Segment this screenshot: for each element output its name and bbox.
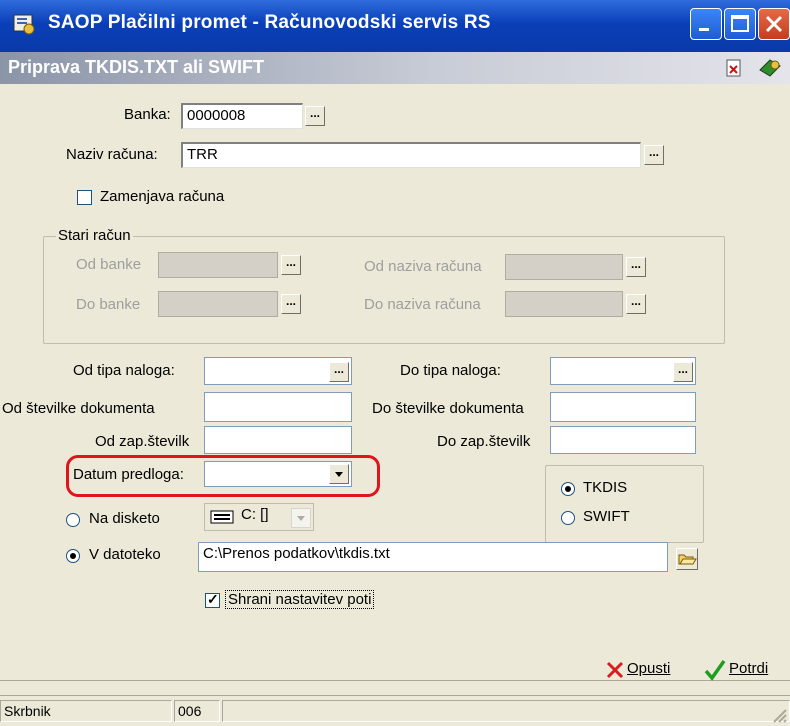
banka-lookup-button[interactable]: ... (305, 106, 325, 126)
do-naziva-input[interactable] (505, 291, 623, 317)
shrani-nastavitev-label: Shrani nastavitev poti (225, 590, 375, 609)
delete-document-icon[interactable] (724, 58, 744, 78)
maximize-button[interactable] (724, 8, 756, 40)
od-naziva-label: Od naziva računa (364, 258, 482, 275)
status-bar: Skrbnik 006 (0, 695, 790, 726)
app-icon (13, 14, 35, 35)
do-banke-lookup-button[interactable]: ... (281, 294, 301, 314)
do-zap-stevilk-input[interactable] (550, 426, 696, 454)
minimize-icon (699, 28, 709, 31)
drive-dropdown-button[interactable] (291, 508, 311, 528)
browse-folder-button[interactable] (676, 548, 698, 570)
do-tipa-naloga-lookup-button[interactable]: ... (673, 362, 693, 382)
do-banke-input[interactable] (158, 291, 278, 317)
od-banke-label: Od banke (76, 256, 142, 273)
swift-label: SWIFT (583, 508, 630, 525)
status-empty-panel (222, 700, 790, 722)
naziv-racuna-input[interactable]: TRR (181, 142, 641, 168)
tkdis-radio-dot (565, 486, 571, 492)
do-tipa-naloga-label: Do tipa naloga: (400, 362, 501, 379)
v-datoteko-label: V datoteko (89, 546, 161, 563)
od-naziva-input[interactable] (505, 254, 623, 280)
maximize-icon (731, 15, 749, 32)
close-button[interactable] (758, 8, 790, 40)
od-naziva-lookup-button[interactable]: ... (626, 257, 646, 277)
opusti-label: Opusti (627, 660, 671, 677)
do-zap-stevilk-label: Do zap.številk (437, 433, 531, 450)
stari-racun-title: Stari račun (56, 227, 133, 244)
chevron-down-icon (335, 472, 343, 477)
do-naziva-label: Do naziva računa (364, 296, 481, 313)
swift-radio[interactable] (561, 511, 575, 525)
tkdis-label: TKDIS (583, 479, 628, 496)
do-stevilke-input[interactable] (550, 392, 696, 422)
export-icon[interactable] (758, 56, 784, 78)
cancel-icon (606, 661, 624, 679)
checkmark-icon (704, 659, 726, 681)
od-stevilke-label: Od številke dokumenta (2, 400, 155, 417)
od-banke-lookup-button[interactable]: ... (281, 255, 301, 275)
form-caption: Priprava TKDIS.TXT ali SWIFT (8, 57, 265, 77)
banka-input[interactable]: 0000008 (181, 103, 303, 129)
od-banke-input[interactable] (158, 252, 278, 278)
do-banke-label: Do banke (76, 296, 141, 313)
do-stevilke-label: Do številke dokumenta (372, 400, 524, 417)
od-stevilke-input[interactable] (204, 392, 352, 422)
na-disketo-radio[interactable] (66, 513, 80, 527)
zamenjava-racuna-label: Zamenjava računa (100, 188, 225, 205)
resize-grip-icon[interactable] (770, 706, 788, 724)
potrdi-button[interactable]: Potrdi (703, 658, 787, 684)
v-datoteko-radio[interactable] (66, 549, 80, 563)
v-datoteko-radio-dot (70, 553, 76, 559)
naziv-racuna-lookup-button[interactable]: ... (644, 145, 664, 165)
close-icon (765, 15, 783, 33)
opusti-button[interactable]: Opusti (605, 658, 691, 684)
potrdi-label: Potrdi (729, 660, 769, 677)
application-window: SAOP Plačilni promet - Računovodski serv… (0, 0, 790, 726)
folder-open-icon (678, 554, 697, 565)
od-zap-stevilk-label: Od zap.številk (95, 433, 190, 450)
do-naziva-lookup-button[interactable]: ... (626, 294, 646, 314)
na-disketo-label: Na disketo (89, 510, 160, 527)
tkdis-radio[interactable] (561, 482, 575, 496)
shrani-nastavitev-checkbox[interactable]: ✓ (205, 591, 220, 608)
window-title: SAOP Plačilni promet - Računovodski serv… (48, 12, 491, 33)
od-zap-stevilk-input[interactable] (204, 426, 352, 454)
banka-label: Banka: (124, 106, 171, 123)
zamenjava-racuna-checkbox[interactable] (77, 190, 92, 205)
form-caption-bar: Priprava TKDIS.TXT ali SWIFT (0, 52, 790, 84)
minimize-button[interactable] (690, 8, 722, 40)
status-user: Skrbnik (0, 700, 172, 722)
drive-icon (210, 510, 234, 524)
naziv-racuna-label: Naziv računa: (66, 146, 158, 163)
title-bar[interactable]: SAOP Plačilni promet - Računovodski serv… (0, 0, 790, 52)
datum-predloga-dropdown-button[interactable] (329, 464, 349, 484)
file-path-input[interactable]: C:\Prenos podatkov\tkdis.txt (198, 542, 668, 572)
chevron-down-icon (297, 516, 305, 521)
checkmark-icon: ✓ (207, 591, 219, 607)
od-tipa-naloga-lookup-button[interactable]: ... (329, 362, 349, 382)
datum-predloga-label: Datum predloga: (73, 466, 184, 483)
format-group (545, 465, 704, 543)
od-tipa-naloga-label: Od tipa naloga: (73, 362, 175, 379)
status-code: 006 (174, 700, 220, 722)
stari-racun-group (43, 236, 725, 344)
